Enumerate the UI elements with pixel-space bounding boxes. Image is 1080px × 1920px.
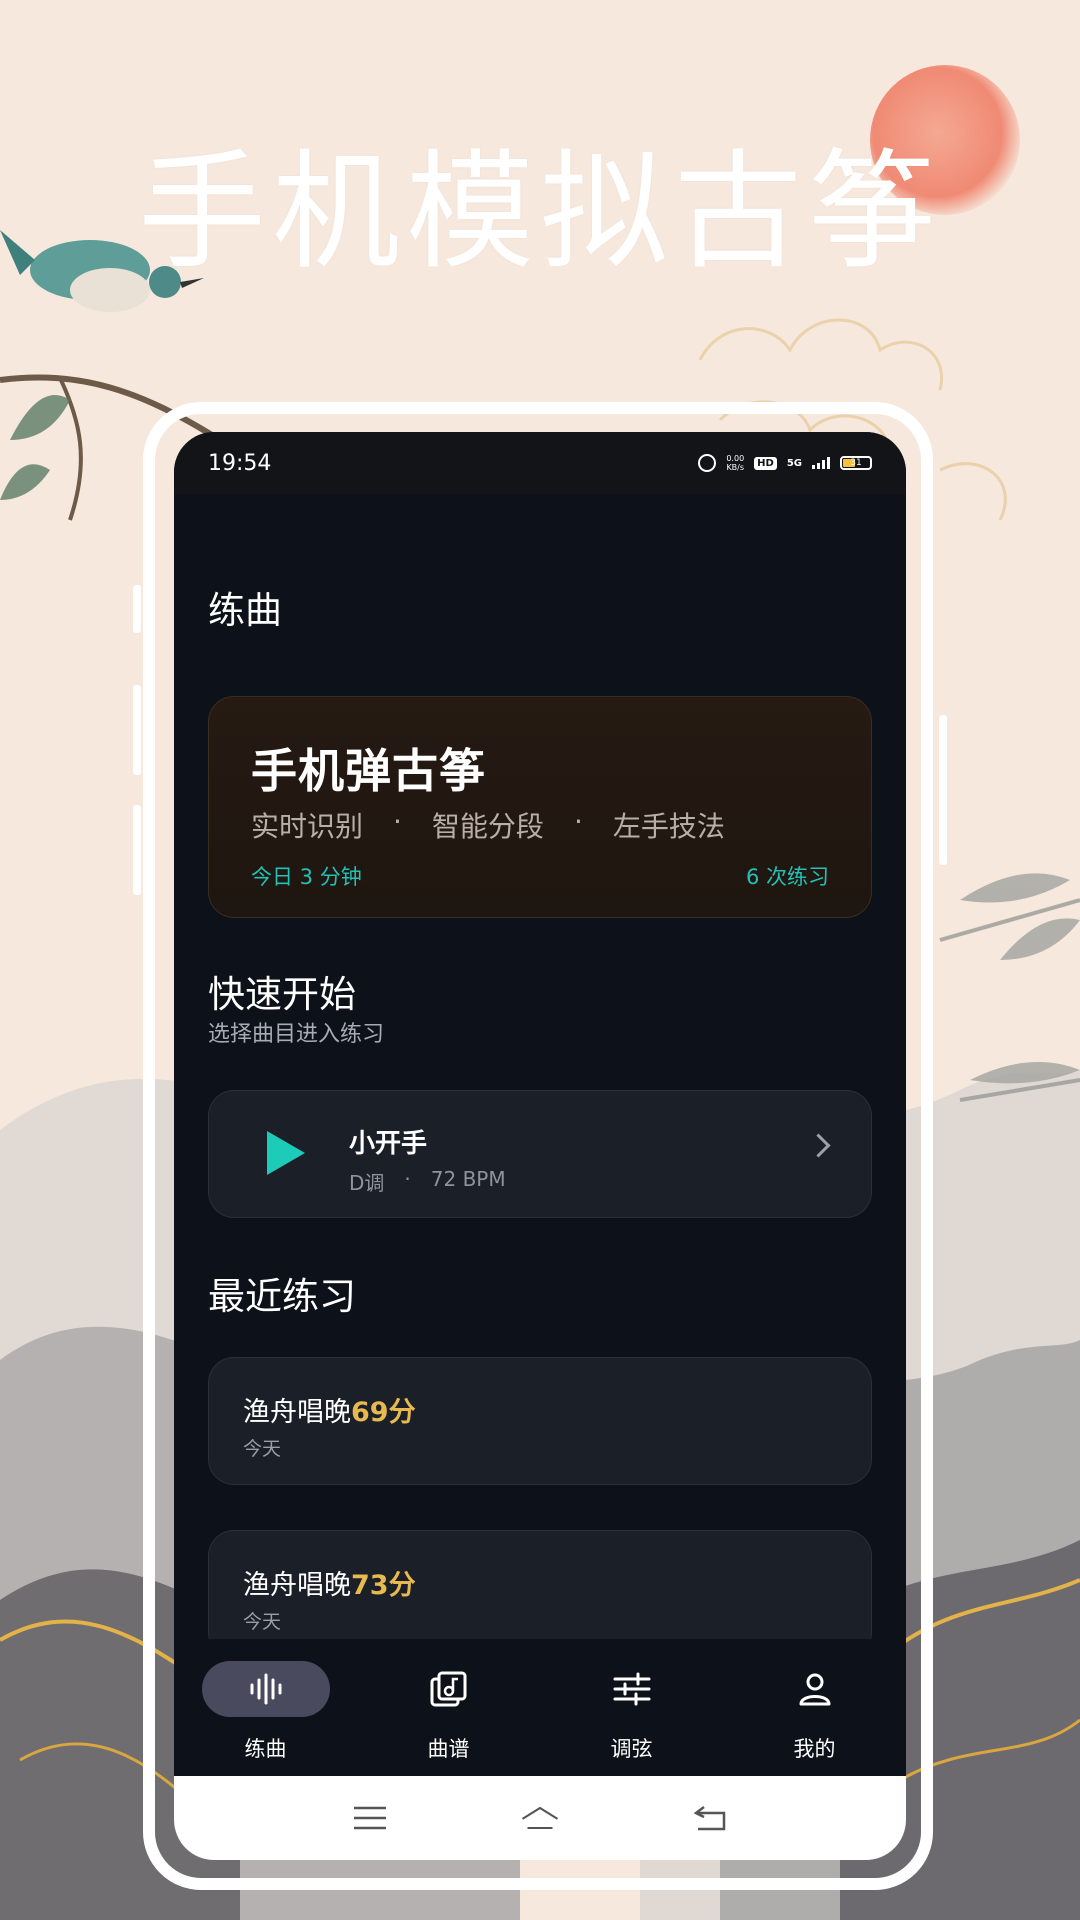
status-time: 19:54 (208, 450, 272, 476)
recent-practice-title: 最近练习 (208, 1275, 356, 1318)
network-speed: 0.00 KB/s (726, 454, 744, 472)
play-icon[interactable] (267, 1131, 305, 1175)
app-screen: 19:54 0.00 KB/s HD 5G 31 练曲 手机弹古筝 实时识别 ·… (174, 432, 906, 1860)
feature-label: 左手技法 (612, 810, 725, 843)
tab-label: 调弦 (610, 1737, 653, 1761)
recent-score: 69分 (351, 1397, 416, 1428)
hero-title: 手机弹古筝 (251, 744, 486, 798)
recent-score: 73分 (351, 1570, 416, 1601)
song-meta-separator: · (404, 1167, 411, 1191)
tab-icon-container (201, 1661, 330, 1717)
chevron-right-icon (806, 1133, 831, 1158)
battery-icon: 31 (840, 456, 872, 470)
back-icon (693, 1806, 726, 1831)
song-card[interactable]: 小开手 D调 · 72 BPM (208, 1090, 872, 1218)
network-speed-unit: KB/s (726, 463, 745, 472)
tab-tuner[interactable]: 调弦 (540, 1639, 723, 1776)
recent-date: 今天 (243, 1611, 282, 1633)
recent-song-line: 渔舟唱晚73分 (243, 1563, 416, 1602)
tab-icon-container (751, 1661, 879, 1717)
quick-start-subtitle: 选择曲目进入练习 (208, 1022, 385, 1047)
back-button[interactable] (690, 1803, 730, 1833)
home-button[interactable] (520, 1803, 560, 1833)
profile-icon (799, 1673, 830, 1706)
feature-label: 智能分段 (431, 810, 544, 843)
menu-button[interactable] (350, 1803, 390, 1833)
phone-side-key (133, 805, 141, 895)
tab-label: 曲谱 (427, 1737, 470, 1761)
phone-side-key (133, 685, 141, 775)
menu-icon (354, 1806, 386, 1830)
recent-practice-item[interactable]: 渔舟唱晚69分 今天 (208, 1357, 872, 1485)
hd-icon: HD (754, 456, 777, 470)
status-bar: 19:54 0.00 KB/s HD 5G 31 (174, 432, 906, 494)
feature-separator: · (393, 805, 402, 838)
network-speed-value: 0.00 (726, 454, 745, 463)
signal-type: 5G (786, 457, 802, 469)
recent-song-line: 渔舟唱晚69分 (243, 1390, 416, 1429)
hero-features: 实时识别 · 智能分段 · 左手技法 (251, 805, 725, 845)
feature-separator: · (573, 805, 583, 838)
status-icons: 0.00 KB/s HD 5G 31 (698, 454, 872, 472)
practice-summary-card[interactable]: 手机弹古筝 实时识别 · 智能分段 · 左手技法 今日 3 分钟 6 次练习 (208, 696, 872, 918)
session-count: 6 次练习 (745, 865, 829, 889)
tuner-sliders-icon (613, 1672, 650, 1706)
tab-profile[interactable]: 我的 (723, 1639, 906, 1776)
tab-music-sheet[interactable]: 曲谱 (357, 1639, 540, 1776)
feature-label: 实时识别 (251, 810, 364, 843)
phone-side-key (133, 585, 141, 633)
home-icon (521, 1806, 559, 1830)
tab-label: 练曲 (244, 1737, 287, 1761)
music-sheet-icon (430, 1671, 466, 1707)
phone-power-key (939, 715, 947, 865)
song-name: 小开手 (349, 1129, 428, 1159)
waveform-icon (250, 1673, 281, 1705)
song-tempo: 72 BPM (430, 1167, 506, 1191)
tab-practice[interactable]: 练曲 (174, 1639, 357, 1776)
song-key: D调 (349, 1171, 385, 1195)
today-minutes: 今日 3 分钟 (251, 865, 362, 889)
tab-label: 我的 (793, 1737, 836, 1761)
promo-headline: 手机模拟古筝 (137, 138, 942, 287)
tab-icon-container (385, 1661, 513, 1717)
tab-icon-container (568, 1661, 696, 1717)
signal-bars-icon (812, 457, 830, 469)
alarm-icon (698, 454, 717, 472)
recent-date: 今天 (243, 1438, 282, 1460)
quick-start-title: 快速开始 (208, 973, 356, 1016)
song-meta: D调 · 72 BPM (349, 1167, 506, 1196)
system-navigation-bar (174, 1776, 906, 1860)
battery-level: 31 (850, 458, 862, 468)
recent-song-name: 渔舟唱晚 (243, 1570, 351, 1601)
bottom-tab-bar: 练曲 曲谱 调弦 我的 (174, 1639, 906, 1776)
page-title: 练曲 (208, 589, 282, 632)
recent-song-name: 渔舟唱晚 (243, 1397, 351, 1428)
